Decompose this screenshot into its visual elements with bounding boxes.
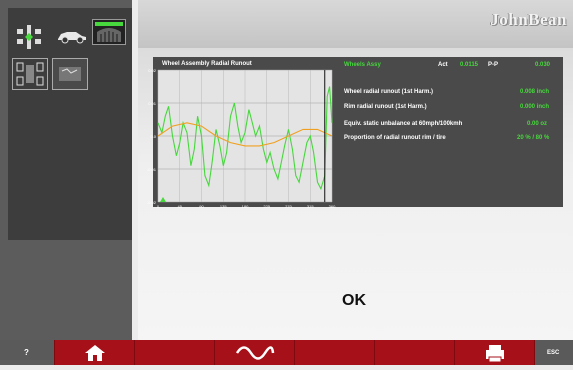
- home-button[interactable]: [55, 340, 135, 365]
- x-tick-label: 180: [242, 204, 249, 209]
- y-tick-label: -0.02: [147, 200, 157, 205]
- info-row-value: 0.00 oz: [527, 121, 548, 127]
- esc-label: ESC: [547, 350, 560, 356]
- x-tick-label: 315: [307, 204, 314, 209]
- y-tick-label: 0.01: [148, 101, 157, 106]
- home-icon: [85, 345, 105, 361]
- info-row-label: Rim radial runout (1st Harm.): [344, 104, 427, 110]
- x-tick-label: 135: [220, 204, 227, 209]
- y-tick-label: -0.01: [147, 167, 157, 172]
- waveform-button[interactable]: [215, 340, 295, 365]
- info-row-label: Wheel radial runout (1st Harm.): [344, 89, 434, 95]
- wheels-assy-label: Wheels Assy: [344, 62, 381, 68]
- y-tick-label: 0.0: [150, 134, 156, 139]
- x-tick-label: 360: [329, 204, 336, 209]
- sine-wave-icon: [235, 346, 275, 360]
- print-button[interactable]: [455, 340, 535, 365]
- x-tick-label: 270: [285, 204, 292, 209]
- toolbar-button-empty-3[interactable]: [375, 340, 455, 365]
- info-row-label: Equiv. static unbalance at 60mph/100kmh: [344, 121, 463, 127]
- x-tick-label: 225: [263, 204, 270, 209]
- runout-chart: 0.02 0.01 0.0 -0.01 -0.02 0 45 90 135 180 225 270 3…: [147, 68, 336, 209]
- x-tick-label: 0: [157, 204, 160, 209]
- act-value: 0.0115: [460, 62, 479, 68]
- x-tick-label: 45: [178, 204, 183, 209]
- x-tick-label: 90: [199, 204, 204, 209]
- info-row-label: Proportion of radial runout rim / tire: [344, 135, 446, 141]
- pp-value: 0.030: [535, 62, 551, 68]
- toolbar-button-empty-1[interactable]: [135, 340, 215, 365]
- pp-label: P-P: [488, 62, 499, 68]
- info-row-value: 0.000 inch: [520, 104, 550, 110]
- toolbar-button-empty-2[interactable]: [295, 340, 375, 365]
- ok-status: OK: [342, 292, 366, 309]
- printer-icon: [486, 345, 504, 363]
- info-row-value: 20 % / 80 %: [517, 135, 550, 141]
- esc-button[interactable]: ESC: [535, 340, 573, 365]
- help-button[interactable]: ?: [0, 340, 55, 365]
- act-label: Act: [438, 62, 448, 68]
- y-tick-label: 0.02: [148, 68, 157, 73]
- help-label: ?: [24, 348, 29, 357]
- info-row-value: 0.008 inch: [520, 89, 550, 95]
